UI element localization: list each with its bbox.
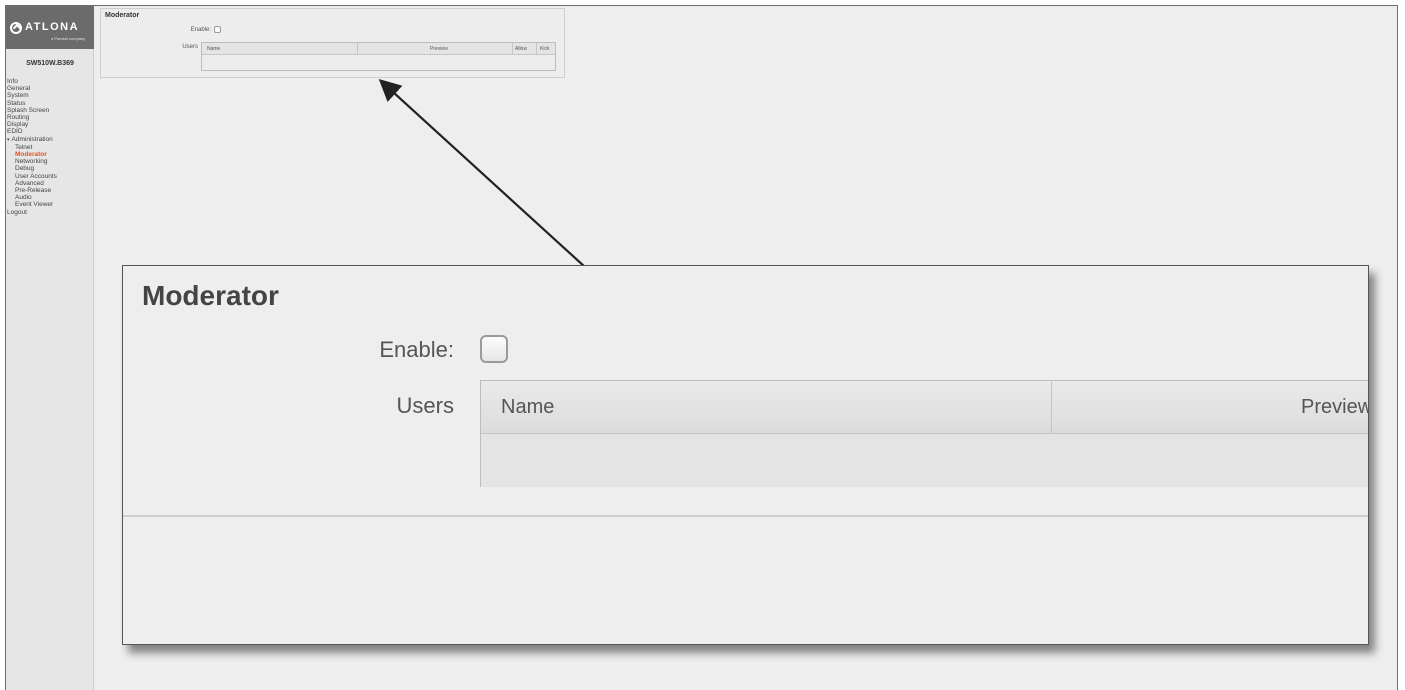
column-divider bbox=[1051, 381, 1052, 434]
moderator-panel-zoomed: Moderator Enable: Users Name Preview bbox=[122, 265, 1369, 645]
users-table-zoomed: Name Preview bbox=[480, 380, 1368, 487]
users-table-header-zoomed: Name Preview bbox=[481, 381, 1368, 434]
column-header-name-zoomed[interactable]: Name bbox=[501, 396, 554, 419]
enable-label-zoomed: Enable: bbox=[379, 337, 454, 362]
enable-checkbox-zoomed[interactable] bbox=[480, 335, 508, 363]
column-header-preview-zoomed[interactable]: Preview bbox=[1301, 396, 1368, 419]
users-label-zoomed: Users bbox=[396, 393, 454, 418]
panel-divider bbox=[123, 515, 1368, 517]
users-table-empty-row bbox=[481, 434, 1368, 487]
panel-title-zoomed: Moderator bbox=[142, 280, 279, 311]
